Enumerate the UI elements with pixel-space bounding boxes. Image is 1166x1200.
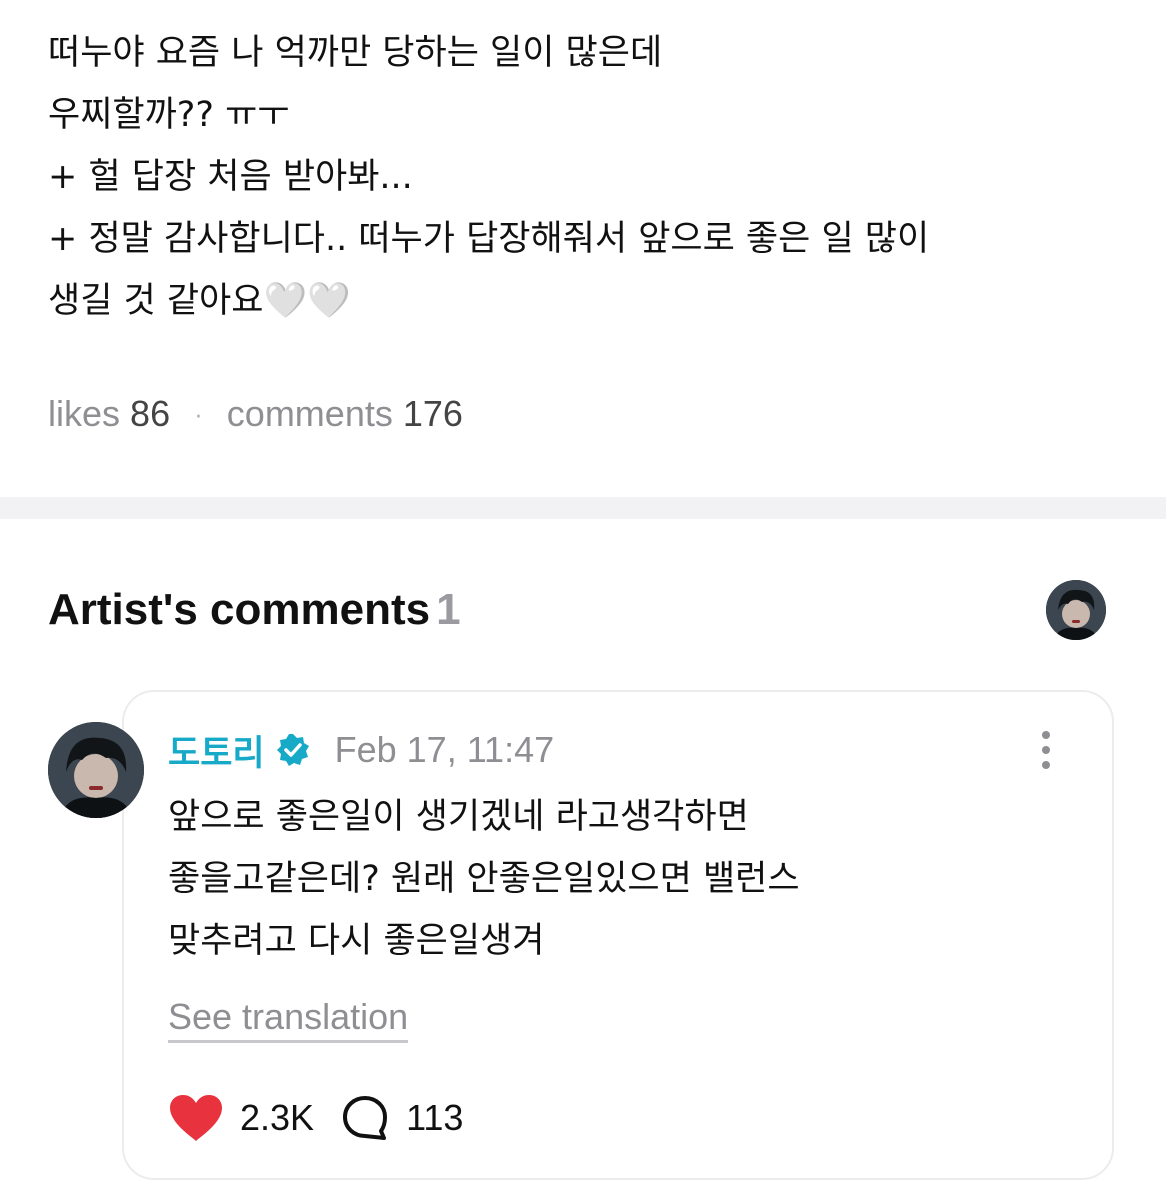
fan-post: 떠누야 요즘 나 억까만 당하는 일이 많은데 우찌할까?? ㅠㅜ + 헐 답장… bbox=[0, 0, 1166, 497]
comment-meta: 도토리 Feb 17, 11:47 bbox=[168, 726, 554, 774]
comments-label: comments bbox=[226, 393, 393, 434]
speech-bubble-icon bbox=[343, 1096, 388, 1140]
comment-actions: 2.3K 113 bbox=[168, 1090, 463, 1146]
post-line: + 정말 감사합니다.. 떠누가 답장해줘서 앞으로 좋은 일 많이 bbox=[48, 219, 930, 259]
comment-line: 좋을고같은데? 원래 안좋은일있으면 밸런스 bbox=[168, 859, 800, 899]
comment-line: 맞추려고 다시 좋은일생겨 bbox=[168, 921, 545, 961]
post-line: 생길 것 같아요🤍🤍 bbox=[48, 281, 351, 321]
comment-text: 앞으로 좋은일이 생기겠네 라고생각하면 좋을고같은데? 원래 안좋은일있으면 … bbox=[168, 786, 1088, 972]
stats-separator: · bbox=[194, 399, 203, 429]
artist-comments-count: 1 bbox=[436, 585, 461, 634]
section-divider bbox=[0, 497, 1166, 519]
post-line: 우찌할까?? ㅠㅜ bbox=[48, 95, 290, 135]
like-button[interactable]: 2.3K bbox=[168, 1093, 314, 1143]
like-count: 2.3K bbox=[240, 1097, 315, 1138]
comment-line: 앞으로 좋은일이 생기겠네 라고생각하면 bbox=[168, 797, 749, 837]
artist-comments-title: Artist's comments bbox=[48, 585, 431, 634]
verified-badge-icon bbox=[276, 734, 309, 766]
comment-timestamp: Feb 17, 11:47 bbox=[334, 729, 555, 770]
heart-icon bbox=[170, 1095, 222, 1141]
likes-label: likes bbox=[48, 393, 121, 434]
more-dot bbox=[1042, 761, 1050, 769]
comment-author[interactable]: 도토리 bbox=[168, 725, 265, 776]
artist-comments-header: Artist's comments 1 bbox=[48, 582, 461, 638]
artist-avatar-icon[interactable] bbox=[1046, 580, 1106, 640]
comments-count: 176 bbox=[402, 393, 463, 434]
see-translation-link[interactable]: See translation bbox=[168, 994, 409, 1043]
reply-button[interactable]: 113 bbox=[340, 1093, 463, 1143]
post-line: 떠누야 요즘 나 억까만 당하는 일이 많은데 bbox=[48, 33, 663, 73]
reply-count: 113 bbox=[406, 1097, 464, 1138]
post-text: 떠누야 요즘 나 억까만 당하는 일이 많은데 우찌할까?? ㅠㅜ + 헐 답장… bbox=[48, 22, 1138, 332]
more-dot bbox=[1042, 731, 1050, 739]
likes-count: 86 bbox=[130, 393, 171, 434]
post-line: + 헐 답장 처음 받아봐... bbox=[48, 157, 413, 197]
more-vertical-icon[interactable] bbox=[1026, 726, 1066, 774]
post-stats: likes 86 · comments 176 bbox=[48, 388, 463, 440]
artist-comment-avatar[interactable] bbox=[48, 722, 144, 818]
more-dot bbox=[1042, 746, 1050, 754]
